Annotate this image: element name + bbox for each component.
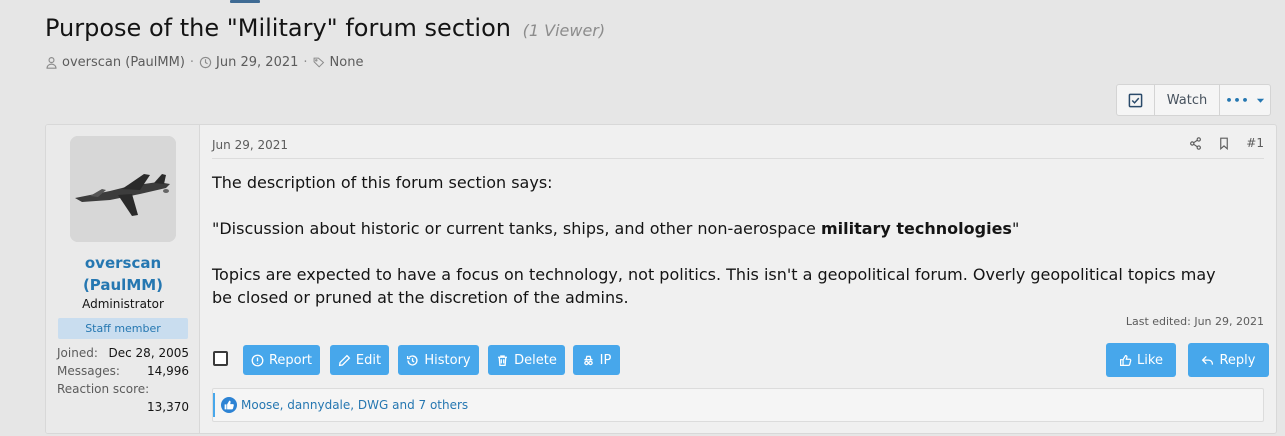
staff-badge: Staff member bbox=[58, 318, 188, 339]
post-header: Jun 29, 2021 #1 bbox=[212, 135, 1264, 159]
edit-label: Edit bbox=[355, 352, 382, 368]
thread-date[interactable]: Jun 29, 2021 bbox=[199, 55, 298, 70]
post-author-name-line1: overscan bbox=[84, 254, 162, 272]
stat-value: Dec 28, 2005 bbox=[108, 346, 189, 360]
pencil-icon bbox=[338, 354, 351, 366]
thread-author-name: overscan (PaulMM) bbox=[62, 55, 185, 70]
bookmark-icon bbox=[1220, 137, 1229, 150]
delete-label: Delete bbox=[514, 352, 557, 368]
jet-aircraft-image bbox=[70, 136, 176, 242]
thread-date-text: Jun 29, 2021 bbox=[216, 55, 299, 70]
thread-tags-text: None bbox=[329, 55, 364, 70]
last-edited: Last edited: Jun 29, 2021 bbox=[1125, 315, 1264, 328]
select-post-checkbox[interactable] bbox=[213, 351, 228, 366]
checkbox-icon bbox=[1128, 93, 1143, 107]
post-paragraph-3: Topics are expected to have a focus on t… bbox=[212, 265, 1216, 307]
stat-value: 13,370 bbox=[147, 400, 189, 414]
reply-button[interactable]: Reply bbox=[1188, 343, 1269, 377]
edit-button[interactable]: Edit bbox=[330, 345, 389, 375]
post-author-name-line2: (PaulMM) bbox=[82, 276, 164, 294]
post-user-cell: overscan (PaulMM) Administrator Staff me… bbox=[46, 125, 200, 433]
stat-label: Messages: bbox=[57, 364, 120, 378]
post-paragraph-1: The description of this forum section sa… bbox=[212, 173, 553, 192]
like-reaction-icon bbox=[221, 397, 237, 413]
reactions-bar[interactable]: Moose, dannydale, DWG and 7 others bbox=[212, 388, 1264, 422]
viewer-count: (1 Viewer) bbox=[522, 21, 606, 40]
thread-meta: overscan (PaulMM) · Jun 29, 2021 · None bbox=[45, 55, 363, 70]
post-number[interactable]: #1 bbox=[1246, 136, 1264, 150]
history-icon bbox=[407, 354, 418, 366]
post-author-name[interactable]: overscan (PaulMM) bbox=[46, 252, 200, 296]
post-header-actions: #1 bbox=[1189, 136, 1264, 150]
report-label: Report bbox=[268, 352, 313, 368]
thread-author[interactable]: overscan (PaulMM) bbox=[45, 55, 185, 70]
quote-text-post: " bbox=[1011, 219, 1020, 238]
thread-title-text: Purpose of the "Military" forum section bbox=[45, 14, 511, 42]
reply-label: Reply bbox=[1219, 352, 1256, 368]
share-button[interactable] bbox=[1189, 136, 1202, 150]
tag-icon bbox=[313, 57, 324, 68]
user-icon bbox=[46, 57, 57, 69]
thread-tags: None bbox=[313, 55, 364, 70]
quote-text-bold: military technologies bbox=[820, 219, 1012, 238]
thumbs-up-icon bbox=[1120, 354, 1132, 366]
top-nav-fragment bbox=[230, 0, 260, 3]
history-label: History bbox=[424, 352, 471, 368]
reply-icon bbox=[1202, 355, 1214, 365]
bookmark-thread-button[interactable] bbox=[1117, 85, 1155, 115]
chevron-down-icon bbox=[1256, 98, 1264, 103]
user-title: Administrator bbox=[82, 297, 164, 311]
meta-separator: · bbox=[303, 55, 308, 70]
avatar[interactable] bbox=[70, 136, 176, 242]
report-button[interactable]: Report bbox=[243, 345, 320, 375]
post: overscan (PaulMM) Administrator Staff me… bbox=[45, 124, 1277, 434]
stat-label: Reaction score: bbox=[57, 382, 150, 396]
share-icon bbox=[1190, 136, 1202, 150]
more-options-button[interactable]: ••• bbox=[1220, 85, 1270, 115]
stat-joined: Joined: Dec 28, 2005 bbox=[57, 344, 189, 362]
quote-text-pre: "Discussion about historic or current ta… bbox=[212, 219, 821, 238]
clock-icon bbox=[199, 56, 212, 69]
post-date[interactable]: Jun 29, 2021 bbox=[212, 138, 288, 152]
bookmark-button[interactable] bbox=[1218, 137, 1230, 150]
like-label: Like bbox=[1137, 352, 1163, 368]
meta-separator: · bbox=[189, 55, 195, 70]
report-icon bbox=[251, 354, 264, 366]
trash-icon bbox=[498, 354, 508, 366]
delete-button[interactable]: Delete bbox=[488, 345, 565, 375]
watch-button[interactable]: Watch bbox=[1155, 85, 1220, 115]
ip-button[interactable]: IP bbox=[573, 345, 620, 375]
post-body: The description of this forum section sa… bbox=[212, 171, 1236, 309]
like-button[interactable]: Like bbox=[1106, 343, 1176, 377]
user-stats: Joined: Dec 28, 2005 Messages: 14,996 Re… bbox=[57, 344, 189, 414]
history-button[interactable]: History bbox=[398, 345, 479, 375]
ip-label: IP bbox=[599, 352, 612, 368]
stat-messages: Messages: 14,996 bbox=[57, 362, 189, 380]
spy-icon bbox=[583, 355, 593, 365]
post-footer: Report Edit History Delete IP Like Reply bbox=[212, 343, 1269, 377]
more-dots: ••• bbox=[1225, 93, 1250, 107]
reactions-text: Moose, dannydale, DWG and 7 others bbox=[241, 398, 469, 412]
stat-value: 14,996 bbox=[147, 364, 189, 378]
post-paragraph-2: "Discussion about historic or current ta… bbox=[212, 217, 1236, 240]
post-main-cell: Jun 29, 2021 #1 The description of this … bbox=[201, 125, 1276, 433]
thread-toolbar: Watch ••• bbox=[1116, 84, 1271, 116]
stat-reaction-score: Reaction score: 13,370 bbox=[57, 380, 189, 414]
stat-label: Joined: bbox=[57, 346, 98, 360]
thread-title: Purpose of the "Military" forum section … bbox=[45, 14, 605, 42]
